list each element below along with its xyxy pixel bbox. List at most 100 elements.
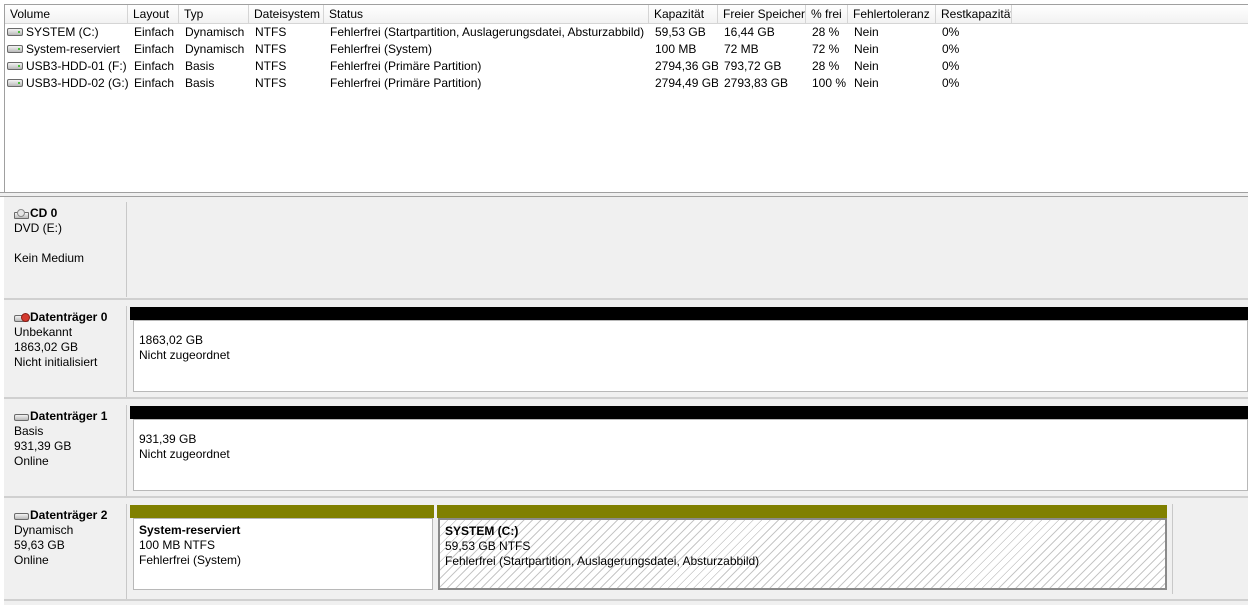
partition-size: 931,39 GB <box>139 432 197 446</box>
row-divider <box>4 496 1248 498</box>
cell-fehlertoleranz: Nein <box>854 25 879 39</box>
cell-volume: SYSTEM (C:) <box>26 25 99 39</box>
drive-icon <box>7 78 23 87</box>
cell-freier-speicher: 2793,83 GB <box>724 76 789 90</box>
cell-dateisystem: NTFS <box>255 59 287 73</box>
column-header-fehlertoleranz[interactable]: Fehlertoleranz <box>848 5 936 23</box>
table-row[interactable]: USB3-HDD-02 (G:) Einfach Basis NTFS Fehl… <box>5 75 1248 92</box>
disk-name: CD 0 <box>30 206 58 220</box>
cell-restkapazitaet: 0% <box>942 42 960 56</box>
disk-info-0[interactable]: Datenträger 0 Unbekannt 1863,02 GB Nicht… <box>6 306 127 397</box>
cell-fehlertoleranz: Nein <box>854 42 879 56</box>
column-header-freier-speicher[interactable]: Freier Speicher <box>718 5 806 23</box>
cell-dateisystem: NTFS <box>255 25 287 39</box>
partition-title: SYSTEM (C:) <box>445 524 519 538</box>
cell-layout: Einfach <box>134 59 175 73</box>
disk-status: Online <box>14 553 49 567</box>
disk-drive-letter: DVD (E:) <box>14 221 62 235</box>
partition-system-reserved[interactable]: System-reserviert 100 MB NTFS Fehlerfrei… <box>133 518 433 590</box>
partition-status: Nicht zugeordnet <box>139 447 230 461</box>
cell-volume: USB3-HDD-02 (G:) <box>26 76 128 90</box>
cell-freier-speicher: 793,72 GB <box>724 59 782 73</box>
table-row[interactable]: System-reserviert Einfach Dynamisch NTFS… <box>5 41 1248 58</box>
cell-kapazitaet: 59,53 GB <box>655 25 706 39</box>
disk-row-cd0: CD 0 DVD (E:) Kein Medium <box>4 197 1248 297</box>
column-header-dateisystem[interactable]: Dateisystem <box>249 5 324 23</box>
column-header-kapazitaet[interactable]: Kapazität <box>649 5 718 23</box>
partition-size: 1863,02 GB <box>139 333 204 347</box>
partition-status: Nicht zugeordnet <box>139 348 230 362</box>
cell-dateisystem: NTFS <box>255 76 287 90</box>
volume-list-header: Volume Layout Typ Dateisystem Status Kap… <box>5 5 1248 24</box>
cell-prozent-frei: 28 % <box>812 25 840 39</box>
column-header-restkapazitaet[interactable]: Restkapazität <box>936 5 1012 23</box>
disk-status: Nicht initialisiert <box>14 355 98 369</box>
partition-filesystem: 59,53 GB NTFS <box>445 539 531 553</box>
column-header-status[interactable]: Status <box>324 5 649 23</box>
cell-typ: Dynamisch <box>185 42 245 56</box>
cell-typ: Basis <box>185 76 215 90</box>
cell-fehlertoleranz: Nein <box>854 76 879 90</box>
disk-type: Basis <box>14 424 44 438</box>
disk-row-0: Datenträger 0 Unbekannt 1863,02 GB Nicht… <box>4 301 1248 397</box>
partition-status: Fehlerfrei (System) <box>139 553 242 567</box>
hdd-icon <box>14 512 29 520</box>
disk-map: CD 0 DVD (E:) Kein Medium Datenträger 0 … <box>4 197 1248 605</box>
column-header-prozent-frei[interactable]: % frei <box>806 5 848 23</box>
simple-volume-bar <box>130 505 434 518</box>
drive-icon <box>7 61 23 70</box>
disk-name: Datenträger 1 <box>30 409 108 423</box>
table-row[interactable]: SYSTEM (C:) Einfach Dynamisch NTFS Fehle… <box>5 24 1248 41</box>
volume-list[interactable]: Volume Layout Typ Dateisystem Status Kap… <box>4 4 1248 192</box>
column-header-layout[interactable]: Layout <box>128 5 179 23</box>
partition-title: System-reserviert <box>139 523 241 537</box>
disk-size: 931,39 GB <box>14 439 72 453</box>
disk-name: Datenträger 0 <box>30 310 108 324</box>
cell-fehlertoleranz: Nein <box>854 59 879 73</box>
disk-name: Datenträger 2 <box>30 508 108 522</box>
hdd-icon <box>14 413 29 421</box>
cell-volume: System-reserviert <box>26 42 121 56</box>
column-header-typ[interactable]: Typ <box>179 5 249 23</box>
disk-row-2: Datenträger 2 Dynamisch 59,63 GB Online … <box>4 499 1248 600</box>
drive-icon <box>7 44 23 53</box>
disk-size: 1863,02 GB <box>14 340 79 354</box>
cell-restkapazitaet: 0% <box>942 76 960 90</box>
cell-layout: Einfach <box>134 76 175 90</box>
cell-status: Fehlerfrei (Primäre Partition) <box>330 59 482 73</box>
disk-info-2[interactable]: Datenträger 2 Dynamisch 59,63 GB Online <box>6 504 127 600</box>
error-icon <box>21 313 30 322</box>
cell-typ: Basis <box>185 59 215 73</box>
partition-system-c[interactable]: SYSTEM (C:) 59,53 GB NTFS Fehlerfrei (St… <box>438 518 1167 590</box>
row-divider <box>4 397 1248 399</box>
cell-freier-speicher: 72 MB <box>724 42 759 56</box>
cell-dateisystem: NTFS <box>255 42 287 56</box>
row-divider <box>4 599 1248 601</box>
cell-prozent-frei: 100 % <box>812 76 847 90</box>
simple-volume-bar <box>437 505 1167 518</box>
partition-unallocated-0[interactable]: 1863,02 GB Nicht zugeordnet <box>133 320 1248 392</box>
cell-restkapazitaet: 0% <box>942 59 960 73</box>
cell-status: Fehlerfrei (Primäre Partition) <box>330 76 482 90</box>
partition-unallocated-1[interactable]: 931,39 GB Nicht zugeordnet <box>133 419 1248 491</box>
row-divider <box>4 298 1248 300</box>
cell-freier-speicher: 16,44 GB <box>724 25 775 39</box>
unallocated-bar <box>130 307 1248 320</box>
cell-layout: Einfach <box>134 42 175 56</box>
cell-kapazitaet: 2794,49 GB <box>655 76 718 90</box>
disk-status: Kein Medium <box>14 251 85 265</box>
disk-area-cd0 <box>128 202 1248 297</box>
cell-layout: Einfach <box>134 25 175 39</box>
cell-volume: USB3-HDD-01 (F:) <box>26 59 127 73</box>
table-row[interactable]: USB3-HDD-01 (F:) Einfach Basis NTFS Fehl… <box>5 58 1248 75</box>
disk-type: Dynamisch <box>14 523 74 537</box>
disk-info-1[interactable]: Datenträger 1 Basis 931,39 GB Online <box>6 405 127 496</box>
disk-size <box>14 236 126 251</box>
drive-icon <box>7 27 23 36</box>
disk-info-cd0[interactable]: CD 0 DVD (E:) Kein Medium <box>6 202 127 297</box>
column-header-volume[interactable]: Volume <box>5 5 128 23</box>
cd-drive-icon <box>14 208 29 219</box>
cell-prozent-frei: 72 % <box>812 42 840 56</box>
partition-status: Fehlerfrei (Startpartition, Auslagerungs… <box>445 554 760 568</box>
disk-status: Online <box>14 454 49 468</box>
